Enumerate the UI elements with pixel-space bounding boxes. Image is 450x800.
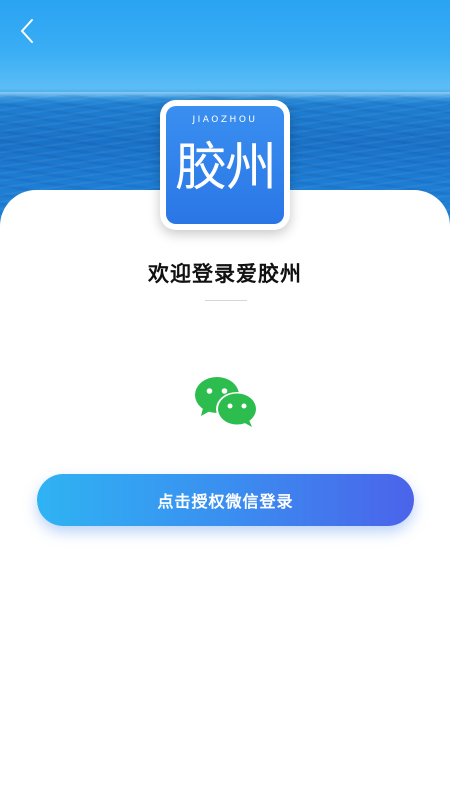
login-screen: JIAOZHOU 胶州 欢迎登录爱胶州 点击授权微信登录 — [0, 0, 450, 800]
wechat-login-label: 点击授权微信登录 — [157, 492, 294, 511]
wechat-login-button[interactable]: 点击授权微信登录 — [37, 474, 414, 526]
app-logo: JIAOZHOU 胶州 — [160, 100, 290, 230]
welcome-title: 欢迎登录爱胶州 — [148, 262, 302, 286]
app-logo-inner: JIAOZHOU 胶州 — [166, 106, 284, 224]
chevron-left-icon — [21, 19, 33, 43]
title-divider — [205, 300, 247, 301]
back-button[interactable] — [10, 14, 44, 48]
logo-english-text: JIAOZHOU — [192, 115, 258, 125]
wechat-icon — [195, 377, 258, 427]
logo-chinese-text: 胶州 — [174, 138, 277, 198]
